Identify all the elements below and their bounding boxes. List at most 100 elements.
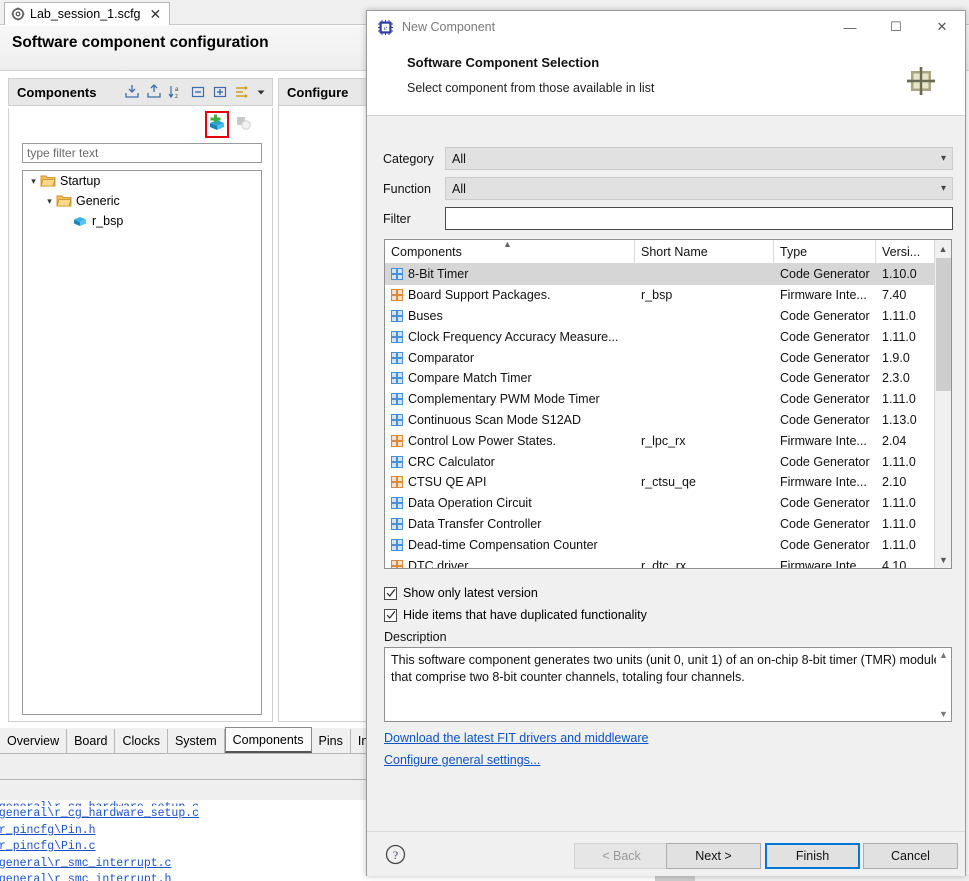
table-row[interactable]: Complementary PWM Mode Timer Code Generat… [385, 389, 951, 410]
console-line[interactable]: \r_pincfg\Pin.h [0, 823, 380, 840]
scroll-down-icon[interactable]: ▼ [936, 707, 951, 721]
table-cell-version: 1.11.0 [876, 517, 936, 531]
table-row[interactable]: Board Support Packages. r_bsp Firmware Int… [385, 285, 951, 306]
table-cell-component: Dead-time Compensation Counter [385, 538, 635, 552]
view-tab-label: Overview [7, 734, 60, 748]
console-line[interactable]: \general\r_cg_hardware_setup.c [0, 806, 380, 823]
configure-general-settings-link[interactable]: Configure general settings... [384, 753, 540, 767]
table-cell-component: Control Low Power States. [385, 434, 635, 448]
scroll-down-icon[interactable]: ▼ [935, 551, 951, 568]
cell-text: r_bsp [641, 288, 673, 303]
table-row[interactable]: Clock Frequency Accuracy Measure... Code … [385, 326, 951, 347]
table-vertical-scrollbar[interactable]: ▲ ▼ [934, 240, 951, 568]
table-row[interactable]: Comparator Code Generator 1.9.0 [385, 347, 951, 368]
table-cell-version: 1.11.0 [876, 309, 936, 323]
sort-asc-icon: ▲ [503, 239, 512, 249]
cell-text: 8-Bit Timer [408, 267, 469, 282]
table-header-short-name[interactable]: Short Name [635, 240, 774, 264]
finish-button[interactable]: Finish [765, 843, 860, 869]
chevron-down-icon[interactable]: ▾ [43, 196, 56, 207]
expand-all-icon[interactable] [212, 84, 228, 100]
table-row[interactable]: Buses Code Generator 1.11.0 [385, 306, 951, 327]
show-latest-version-checkbox[interactable] [384, 586, 397, 600]
editor-tab-lab-session[interactable]: Lab_session_1.scfg ✕ [4, 2, 171, 25]
close-icon[interactable]: ✕ [150, 7, 162, 21]
console-line[interactable]: \r_pincfg\Pin.c [0, 839, 380, 856]
export-icon[interactable] [146, 84, 162, 100]
chevron-down-icon[interactable]: ▾ [27, 176, 40, 187]
cell-text: Firmware Inte... [780, 433, 867, 448]
cell-text: Code Generator [780, 267, 870, 282]
table-row[interactable]: Continuous Scan Mode S12AD Code Generator… [385, 410, 951, 431]
add-component-button[interactable] [205, 110, 229, 138]
view-tab-label: Components [232, 732, 304, 747]
table-row[interactable]: Dead-time Compensation Counter Code Gener… [385, 534, 951, 555]
tree-item-generic[interactable]: ▾ Generic [23, 191, 261, 211]
cell-text: 1.11.0 [882, 329, 916, 344]
scroll-up-icon[interactable]: ▲ [935, 240, 951, 257]
function-select[interactable]: All ▾ [445, 177, 953, 200]
table-row[interactable]: Control Low Power States. r_lpc_rx Firmwar… [385, 430, 951, 451]
view-tab-pins[interactable]: Pins [311, 729, 351, 753]
dialog-title-bar[interactable]: e New Component — ☐ ✕ [367, 11, 965, 43]
components-table[interactable]: Components ▲ Short Name Type Versi... 8-… [384, 239, 952, 569]
cancel-button[interactable]: Cancel [863, 843, 958, 869]
category-select[interactable]: All ▾ [445, 147, 953, 170]
view-tab-system[interactable]: System [167, 729, 225, 753]
table-cell-component: CTSU QE API [385, 475, 635, 489]
console-output[interactable]: \general\r_cg_hardware_setup.c \general\… [0, 800, 380, 881]
view-tab-clocks[interactable]: Clocks [115, 729, 168, 753]
table-header-components[interactable]: Components ▲ [385, 240, 635, 264]
cell-text: 2.10 [882, 475, 907, 490]
svg-text:a: a [175, 87, 179, 93]
table-cell-short-name: r_bsp [635, 288, 774, 302]
table-header-label: Type [780, 245, 808, 259]
table-header-label: Short Name [641, 245, 708, 259]
table-row[interactable]: CRC Calculator Code Generator 1.11.0 [385, 451, 951, 472]
table-header-version[interactable]: Versi... [876, 240, 936, 264]
maximize-icon[interactable]: ☐ [873, 11, 919, 43]
sort-az-icon[interactable]: az [168, 84, 184, 100]
tree-item-r-bsp[interactable]: r_bsp [23, 211, 261, 231]
close-icon[interactable]: ✕ [919, 11, 965, 43]
cell-text: 2.3.0 [882, 371, 910, 386]
table-body: 8-Bit Timer Code Generator 1.10.0 Board Sup… [385, 264, 951, 568]
table-header-type[interactable]: Type [774, 240, 876, 264]
status-strip-lower [0, 780, 380, 802]
view-tab-overview[interactable]: Overview [0, 729, 68, 753]
scroll-up-icon[interactable]: ▲ [936, 648, 951, 662]
table-row[interactable]: DTC driver r_dtc_rx Firmware Inte... 4.10 [385, 555, 951, 568]
description-scrollbar[interactable]: ▲ ▼ [936, 648, 951, 721]
hide-duplicates-checkbox[interactable] [384, 608, 397, 622]
table-cell-version: 1.11.0 [876, 392, 936, 406]
view-tab-components[interactable]: Components [224, 727, 312, 753]
table-row[interactable]: Data Operation Circuit Code Generator 1.11… [385, 493, 951, 514]
next-button[interactable]: Next > [666, 843, 761, 869]
table-row[interactable]: Compare Match Timer Code Generator 2.3.0 [385, 368, 951, 389]
view-tab-board[interactable]: Board [67, 729, 116, 753]
table-row[interactable]: 8-Bit Timer Code Generator 1.10.0 [385, 264, 951, 285]
collapse-all-icon[interactable] [190, 84, 206, 100]
table-row[interactable]: Data Transfer Controller Code Generator 1.… [385, 514, 951, 535]
table-row[interactable]: CTSU QE API r_ctsu_qe Firmware Inte... 2.10 [385, 472, 951, 493]
components-tree[interactable]: ▾ Startup ▾ Generic r_bsp [22, 170, 262, 715]
help-question-icon[interactable]: ? [385, 844, 406, 865]
show-latest-version-label: Show only latest version [403, 586, 538, 600]
filter-arrows-icon[interactable] [234, 84, 250, 100]
minimize-icon[interactable]: — [827, 11, 873, 43]
menu-chevron-icon[interactable] [256, 84, 266, 100]
download-fit-drivers-link[interactable]: Download the latest FIT drivers and midd… [384, 731, 648, 745]
console-line[interactable]: \general\r_smc_interrupt.c [0, 856, 380, 873]
editor-tab-label: Lab_session_1.scfg [30, 7, 141, 21]
import-icon[interactable] [124, 84, 140, 100]
console-line[interactable]: \general\r_smc_interrupt.h [0, 872, 380, 881]
description-box[interactable]: This software component generates two un… [384, 647, 952, 722]
function-row: Function All ▾ [383, 177, 953, 200]
codegen-component-icon [391, 351, 403, 364]
show-latest-version-row: Show only latest version [384, 586, 538, 600]
components-toolbar: az [124, 84, 272, 100]
scrollbar-thumb[interactable] [936, 258, 951, 391]
tree-filter-input[interactable] [22, 143, 262, 163]
filter-input[interactable] [445, 207, 953, 230]
tree-item-startup[interactable]: ▾ Startup [23, 171, 261, 191]
